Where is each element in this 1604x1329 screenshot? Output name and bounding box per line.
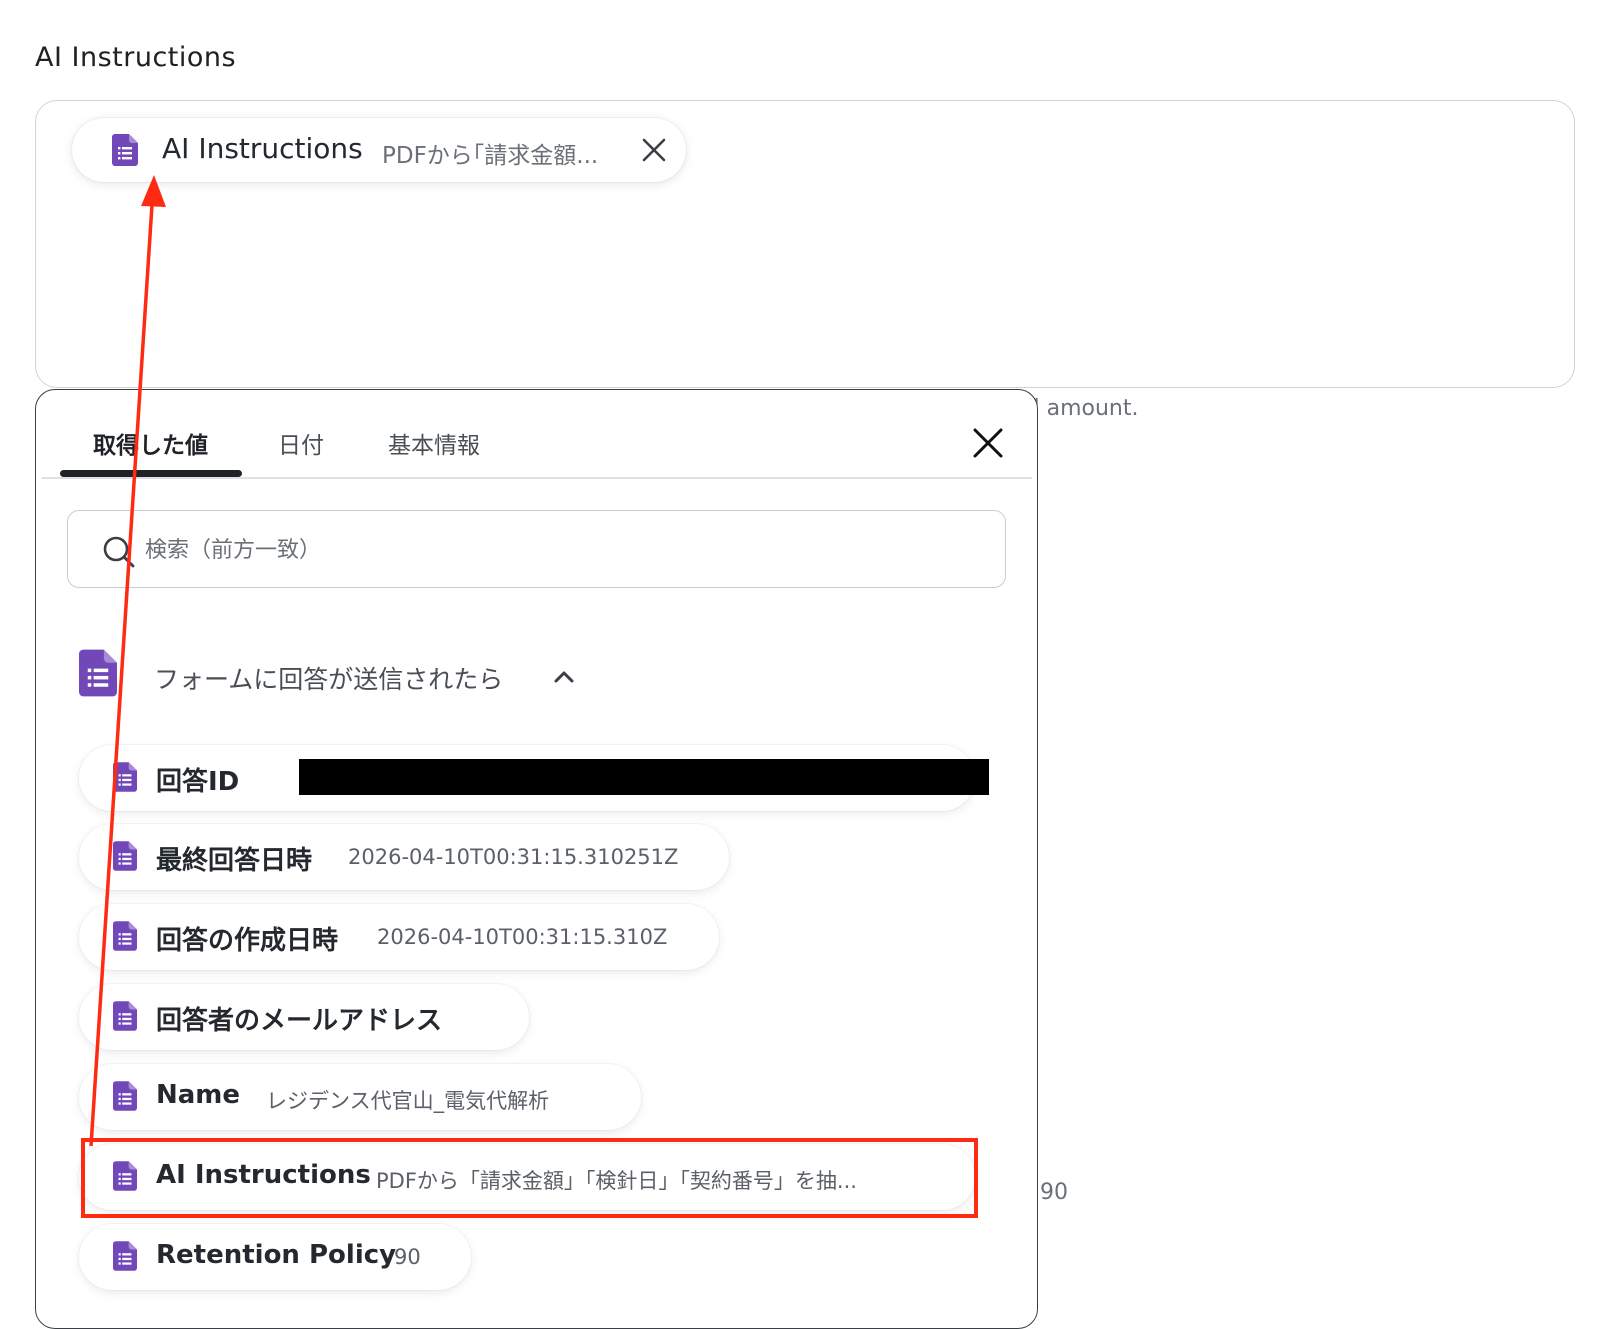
- search-icon: [102, 535, 136, 573]
- close-icon[interactable]: [640, 136, 668, 164]
- chevron-up-icon[interactable]: [551, 664, 577, 694]
- highlight-annotation: [81, 1138, 978, 1218]
- tab-divider: [42, 477, 1032, 479]
- item-name: Name: [156, 1080, 241, 1110]
- tab-basic-info[interactable]: 基本情報: [388, 426, 480, 460]
- chip-value: PDFから｢請求金額...: [382, 143, 599, 169]
- active-tab-indicator: [60, 470, 242, 477]
- chip-label: AI Instructions: [162, 132, 363, 165]
- search-input[interactable]: [143, 529, 967, 571]
- trigger-group-header[interactable]: フォームに回答が送信されたら: [79, 648, 639, 708]
- google-forms-doc-icon: [113, 841, 137, 875]
- close-icon[interactable]: [971, 426, 1005, 460]
- google-forms-doc-icon: [113, 1081, 137, 1115]
- item-value: 90: [394, 1245, 421, 1269]
- item-name: Retention Policy: [156, 1240, 397, 1270]
- tab-date[interactable]: 日付: [278, 426, 324, 460]
- item-name: 回答ID: [156, 767, 240, 797]
- list-item-name[interactable]: Name レジデンス代官山_電気代解析: [79, 1064, 641, 1130]
- google-forms-doc-icon: [113, 921, 137, 955]
- google-forms-doc-icon: [113, 1001, 137, 1035]
- search-field[interactable]: [67, 510, 1006, 588]
- item-value: 2026-04-10T00:31:15.310Z: [377, 925, 668, 949]
- list-item-retention-policy[interactable]: Retention Policy 90: [79, 1224, 471, 1290]
- google-forms-doc-icon: [79, 648, 117, 702]
- google-forms-doc-icon: [113, 762, 137, 796]
- list-item-last-response-time[interactable]: 最終回答日時 2026-04-10T00:31:15.310251Z: [79, 824, 729, 890]
- list-item-respondent-email[interactable]: 回答者のメールアドレス: [79, 984, 529, 1050]
- list-item-response-id[interactable]: 回答ID: [79, 745, 989, 811]
- background-field-value: 90: [1040, 1180, 1068, 1205]
- google-forms-doc-icon: [113, 1241, 137, 1275]
- item-value: 2026-04-10T00:31:15.310251Z: [348, 845, 679, 869]
- list-item-response-created-time[interactable]: 回答の作成日時 2026-04-10T00:31:15.310Z: [79, 904, 719, 970]
- google-forms-doc-icon: [112, 134, 138, 170]
- section-label: AI Instructions: [35, 42, 237, 73]
- group-title: フォームに回答が送信されたら: [154, 665, 504, 694]
- item-name: 回答者のメールアドレス: [156, 1006, 443, 1036]
- tab-acquired-values[interactable]: 取得した値: [93, 426, 208, 460]
- item-value: レジデンス代官山_電気代解析: [266, 1089, 550, 1113]
- item-name: 最終回答日時: [156, 846, 313, 876]
- item-name: 回答の作成日時: [156, 926, 339, 956]
- variable-chip-ai-instructions[interactable]: AI Instructions PDFから｢請求金額...: [72, 118, 686, 182]
- redacted-value: [299, 759, 989, 795]
